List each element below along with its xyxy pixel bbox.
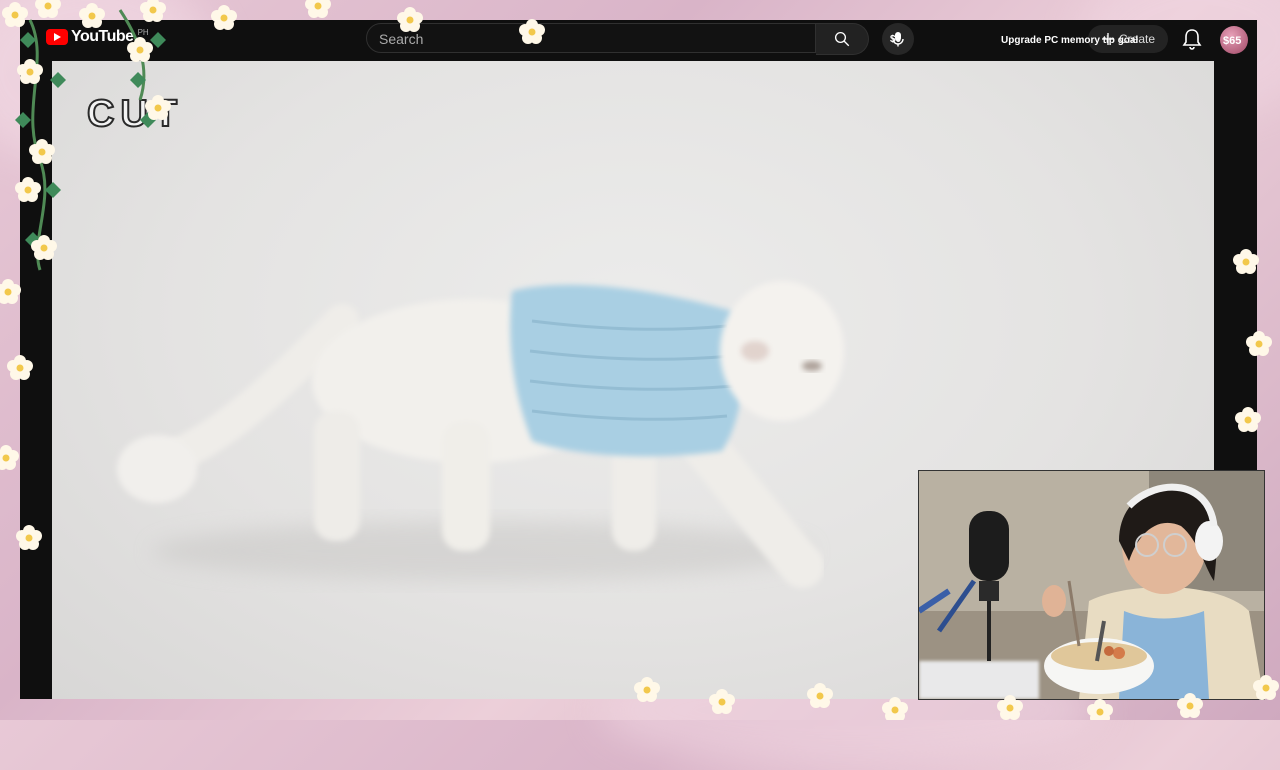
flower-icon [0, 445, 19, 470]
donation-goal-text: Upgrade PC memory tip goal [1001, 35, 1139, 46]
microphone [969, 511, 1009, 581]
notifications-button[interactable] [1182, 28, 1202, 55]
leaf-icon [15, 112, 31, 128]
youtube-header: YouTube PH Search $0 Create Upgrade PC m… [20, 20, 1257, 60]
ivy-vine-decoration [15, 9, 166, 271]
headphone-cup [1195, 521, 1223, 561]
streamer-hand [1042, 585, 1066, 617]
flower-icon [305, 0, 331, 18]
cat-sweater [510, 284, 743, 457]
leaf-icon [50, 72, 66, 88]
streamer-webcam-overlay [918, 470, 1265, 700]
tip-amount: $65 [1223, 35, 1242, 47]
bell-icon [1182, 29, 1202, 50]
search-icon [834, 31, 850, 47]
cat-ear [741, 341, 769, 361]
tip-overlay-amount: $0 [890, 34, 902, 45]
cat-eye [802, 361, 822, 371]
search-button[interactable] [816, 23, 869, 55]
leaf-icon [150, 32, 166, 48]
cat-head [720, 281, 844, 421]
webcam-scene-illustration [919, 471, 1264, 699]
cat-tail-tip [117, 435, 197, 503]
leaf-icon [45, 182, 61, 198]
leaf-icon [140, 112, 156, 128]
cat-leg [314, 411, 360, 541]
search-input[interactable]: Search [366, 23, 816, 53]
cat-leg [442, 421, 490, 551]
